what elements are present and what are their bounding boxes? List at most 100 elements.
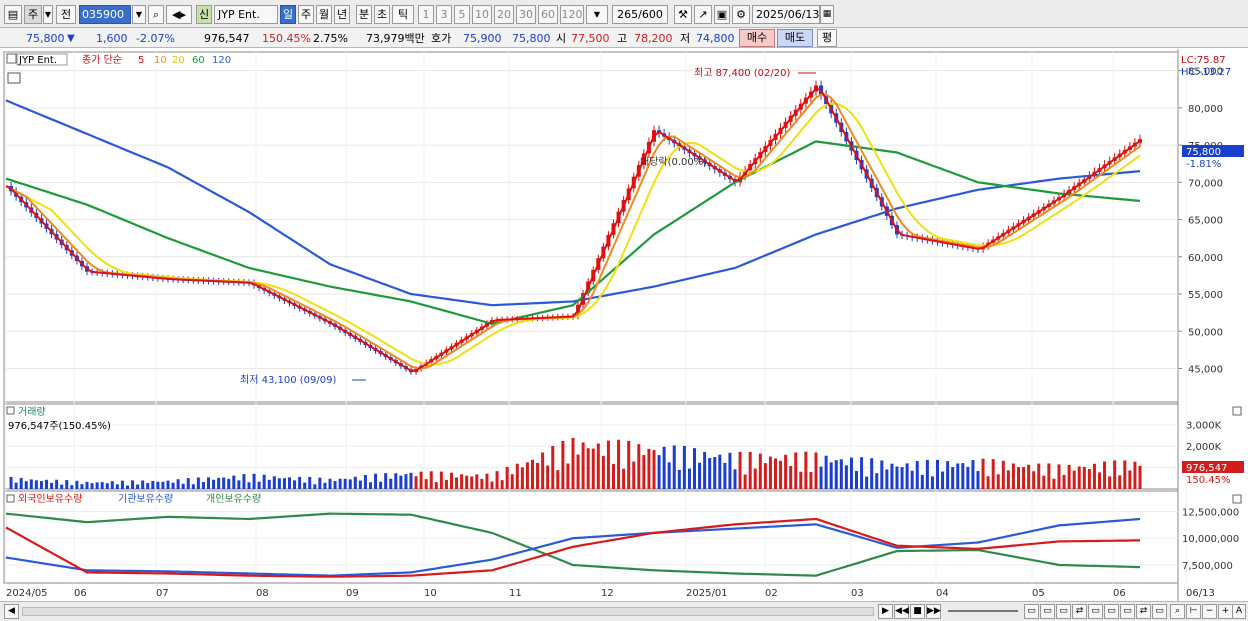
volume-bar <box>303 482 307 489</box>
avg-button[interactable]: 평 <box>817 29 837 47</box>
volume-bar <box>358 480 362 489</box>
volume-bar <box>232 475 236 489</box>
period-dropdown-icon[interactable]: ▼ <box>43 5 53 24</box>
zoom-out-icon[interactable]: − <box>1202 604 1217 619</box>
fast-forward-icon[interactable]: ▶▶ <box>926 604 941 619</box>
minute-5-button[interactable]: 5 <box>454 5 470 24</box>
zoom-slider[interactable] <box>948 610 1018 612</box>
chart-scroll-bar[interactable]: ◀ ▶ ◀◀ ■ ▶▶ ▭ ▭ ▭ ⇄ ▭ ▭ ▭ ⇄ ▭ ⌕ ⊢ − + A <box>0 601 1248 621</box>
volume-bar <box>941 471 945 489</box>
stock-code-input[interactable]: 035900 <box>79 5 131 24</box>
layout-icon-8[interactable]: ⇄ <box>1136 604 1151 619</box>
minute-3-button[interactable]: 3 <box>436 5 452 24</box>
volume-bar <box>485 473 489 489</box>
volume-bar <box>561 440 565 489</box>
chart-area[interactable]: 85,00080,00075,00070,00065,00060,00055,0… <box>0 49 1248 601</box>
period-month-button[interactable]: 월 <box>316 5 332 24</box>
volume-close-icon[interactable] <box>1232 406 1242 416</box>
volume-bar <box>1113 460 1117 489</box>
volume-bar <box>677 469 681 489</box>
volume-bar <box>313 484 317 489</box>
table-toggle-icon[interactable] <box>7 72 21 84</box>
period-day-button[interactable]: 일 <box>280 5 296 24</box>
layout-icon-5[interactable]: ▭ <box>1088 604 1103 619</box>
chart-canvas[interactable]: 85,00080,00075,00070,00065,00060,00055,0… <box>0 49 1248 601</box>
code-dropdown-icon[interactable]: ▼ <box>132 5 146 24</box>
sell-button[interactable]: 매도 <box>777 29 813 47</box>
volume-speaker-icon[interactable]: ◀▸ <box>166 5 192 24</box>
scroll-right-icon[interactable]: ▶ <box>878 604 893 619</box>
stock-name-field[interactable]: JYP Ent. <box>214 5 278 24</box>
minute-10-button[interactable]: 10 <box>472 5 492 24</box>
zoom-in-icon[interactable]: + <box>1218 604 1233 619</box>
stop-icon[interactable]: ■ <box>910 604 925 619</box>
volume-bar <box>394 473 398 489</box>
volume-bar <box>14 482 18 489</box>
ma-20-label: 20 <box>172 55 185 66</box>
volume-bar <box>728 452 732 489</box>
volume-bar <box>1128 470 1132 489</box>
max-price-note: 최고 87,400 (02/20) <box>694 67 790 79</box>
save-icon[interactable]: ▣ <box>714 5 730 24</box>
volume-bar <box>191 484 195 489</box>
volume-bar <box>282 478 286 489</box>
calendar-icon[interactable]: ▦ <box>820 5 834 24</box>
scroll-track[interactable] <box>22 607 874 616</box>
volume-panel-icon[interactable] <box>6 406 15 415</box>
date-field[interactable]: 2025/06/13 <box>752 5 820 24</box>
rewind-icon[interactable]: ◀◀ <box>894 604 909 619</box>
interval-dropdown-icon[interactable]: ▼ <box>586 5 608 24</box>
period-week-button[interactable]: 주 <box>298 5 314 24</box>
period-minute-button[interactable]: 분 <box>356 5 372 24</box>
holdings-close-icon[interactable] <box>1232 494 1242 504</box>
volume-bar <box>698 462 702 489</box>
tool-icon[interactable]: ⚒ <box>674 5 692 24</box>
search-icon[interactable]: ⌕ <box>148 5 164 24</box>
layout-icon-3[interactable]: ▭ <box>1056 604 1071 619</box>
volume-bar <box>1011 463 1015 489</box>
volume-bar <box>581 442 585 489</box>
minute-1-button[interactable]: 1 <box>418 5 434 24</box>
prev-button[interactable]: 전 <box>56 5 76 24</box>
minute-120-button[interactable]: 120 <box>560 5 584 24</box>
open-label: 시 <box>556 32 567 45</box>
layout-icon-9[interactable]: ▭ <box>1152 604 1167 619</box>
period-tick-button[interactable]: 틱 <box>392 5 414 24</box>
ruler-icon[interactable]: ⊢ <box>1186 604 1201 619</box>
buy-button[interactable]: 매수 <box>739 29 775 47</box>
volume-bar <box>536 462 540 489</box>
new-button[interactable]: 신 <box>196 5 212 24</box>
volume-value: 976,547 <box>204 32 250 45</box>
layout-icon-1[interactable]: ▭ <box>1024 604 1039 619</box>
volume-bar <box>1032 471 1036 489</box>
count-field[interactable]: 265/600 <box>612 5 668 24</box>
volume-bar <box>682 445 686 489</box>
gear-icon[interactable]: ⚙ <box>732 5 750 24</box>
minute-60-button[interactable]: 60 <box>538 5 558 24</box>
minute-30-button[interactable]: 30 <box>516 5 536 24</box>
chart-draw-icon[interactable]: ↗ <box>694 5 712 24</box>
period-type-select[interactable]: 주 <box>24 5 42 24</box>
volume-bar <box>151 480 155 489</box>
panel-collapse-icon[interactable] <box>6 53 17 64</box>
volume-tag-pct: 150.45% <box>1186 475 1231 486</box>
period-second-button[interactable]: 초 <box>374 5 390 24</box>
minute-20-button[interactable]: 20 <box>494 5 514 24</box>
scroll-left-icon[interactable]: ◀ <box>4 604 19 619</box>
auto-scale-icon[interactable]: A <box>1232 604 1246 619</box>
lc-label: LC:75.87 <box>1181 55 1226 66</box>
layout-icon-2[interactable]: ▭ <box>1040 604 1055 619</box>
hc-label: HC:-13.27 <box>1181 67 1231 78</box>
chart-settings-icon[interactable]: ▤ <box>4 5 22 24</box>
layout-icon-6[interactable]: ▭ <box>1104 604 1119 619</box>
x-tick-label: 10 <box>424 588 437 599</box>
volume-bar <box>455 477 459 489</box>
search-zoom-icon[interactable]: ⌕ <box>1170 604 1185 619</box>
layout-icon-7[interactable]: ▭ <box>1120 604 1135 619</box>
holdings-panel-icon[interactable] <box>6 494 15 503</box>
x-tick-label: 02 <box>765 588 778 599</box>
layout-icon-4[interactable]: ⇄ <box>1072 604 1087 619</box>
volume-bar <box>343 478 347 489</box>
volume-bar <box>252 473 256 489</box>
period-year-button[interactable]: 년 <box>334 5 350 24</box>
